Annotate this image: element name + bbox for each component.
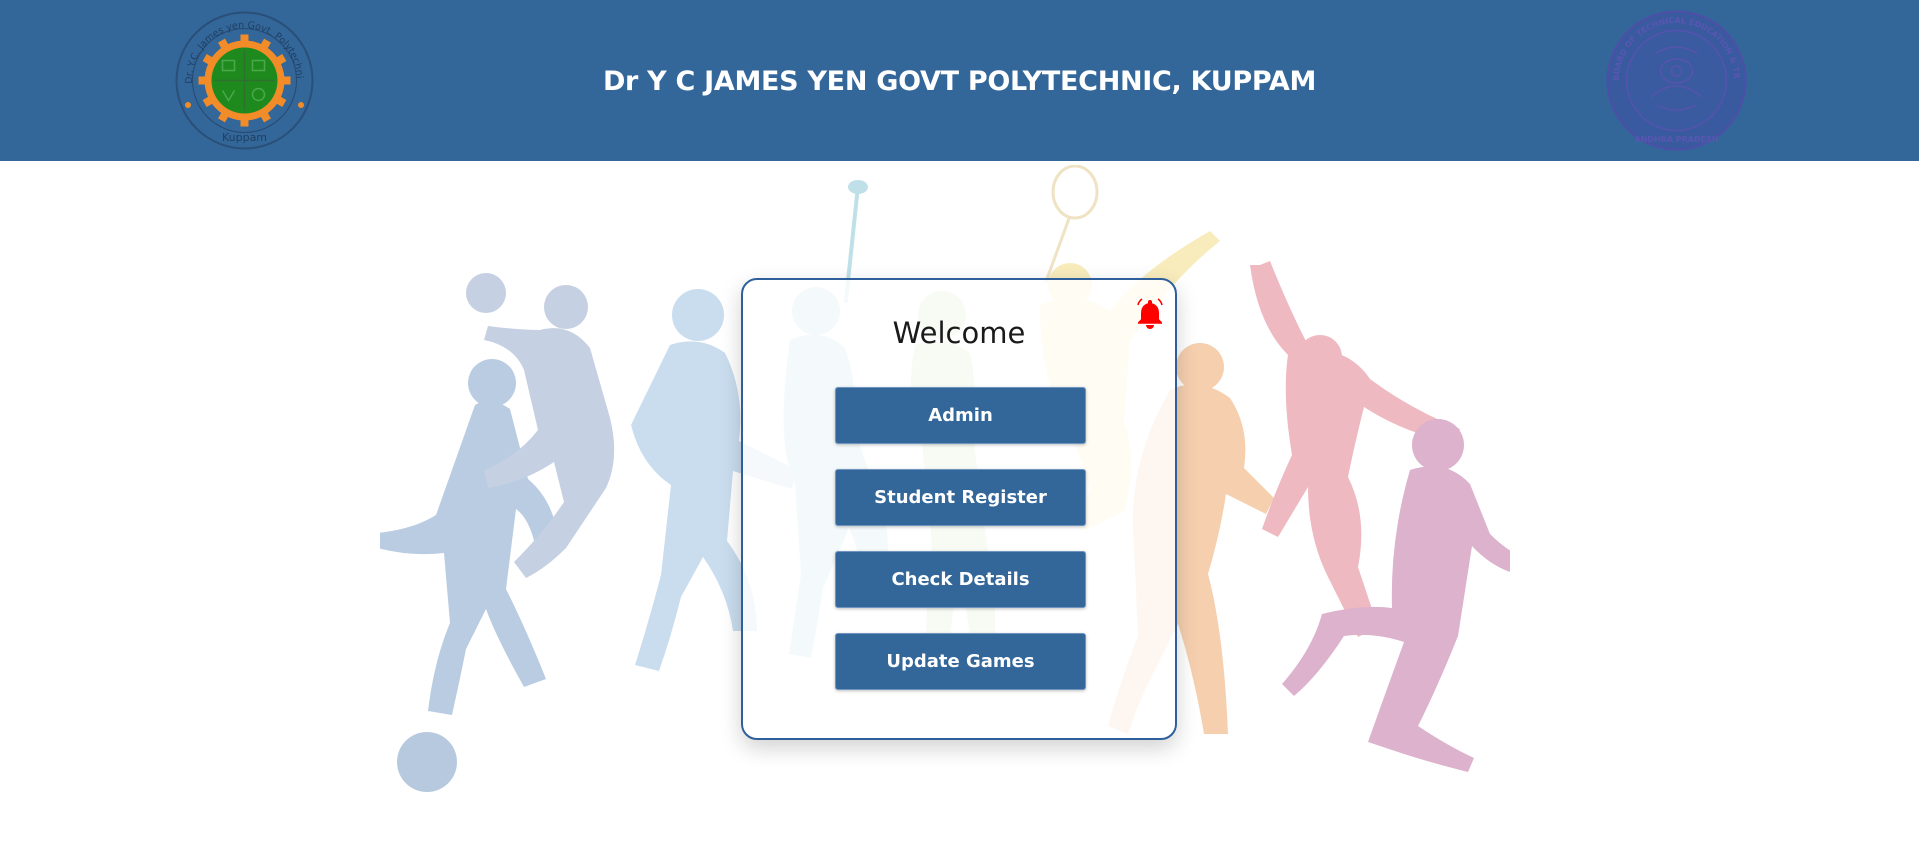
update-games-button[interactable]: Update Games [835,633,1086,690]
state-board-seal-logo: STATE BOARD OF TECHNICAL EDUCATION & TRA… [1605,9,1747,151]
college-emblem-logo: Kuppam Dr. Y.C. James yen Govt. Polytech… [174,10,314,150]
welcome-title: Welcome [892,316,1026,350]
welcome-card: Welcome Admin Student Register Check Det… [741,278,1177,740]
check-details-button[interactable]: Check Details [835,551,1086,608]
student-register-button[interactable]: Student Register [835,469,1086,526]
logo-kuppam-text: Kuppam [222,131,267,144]
svg-text:ANDHRA PRADESH: ANDHRA PRADESH [1634,135,1718,144]
header-bar: Dr Y C JAMES YEN GOVT POLYTECHNIC, KUPPA… [0,0,1919,161]
admin-button[interactable]: Admin [835,387,1086,444]
bell-icon[interactable] [1135,297,1165,329]
page: Dr Y C JAMES YEN GOVT POLYTECHNIC, KUPPA… [0,0,1919,858]
